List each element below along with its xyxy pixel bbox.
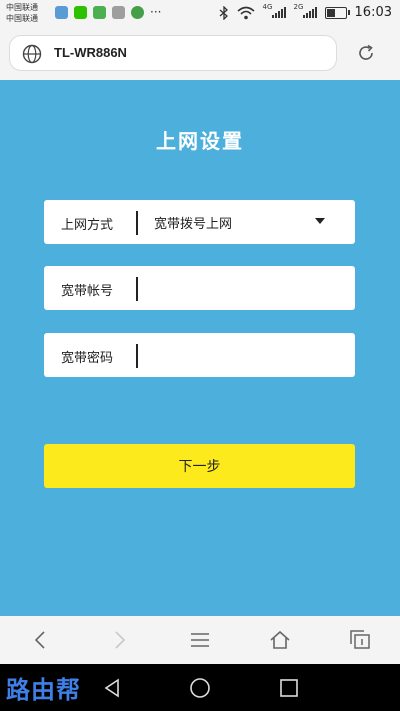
battery-icon bbox=[324, 6, 350, 19]
tabs-icon bbox=[350, 630, 370, 649]
field-divider bbox=[136, 277, 138, 301]
status-bar: 中国联通 中国联通 ··· 4G 2G 16:03 bbox=[0, 0, 400, 28]
next-step-button[interactable]: 下一步 bbox=[44, 444, 355, 488]
system-home-button[interactable] bbox=[188, 676, 212, 700]
router-setup-page: 上网设置 上网方式 宽带拨号上网 宽带帐号 宽带密码 下一步 bbox=[0, 80, 400, 616]
url-field[interactable]: TL-WR886N bbox=[9, 35, 337, 71]
pppoe-account-input[interactable] bbox=[140, 272, 344, 306]
connection-type-label: 上网方式 bbox=[61, 218, 114, 233]
wechat-icon bbox=[74, 6, 87, 19]
gallery-icon bbox=[112, 6, 125, 19]
connection-type-value: 宽带拨号上网 bbox=[154, 217, 233, 232]
square-recents-icon bbox=[280, 679, 298, 697]
pppoe-password-label: 宽带密码 bbox=[61, 351, 114, 366]
chevron-right-icon bbox=[115, 631, 126, 649]
back-button[interactable] bbox=[28, 628, 52, 652]
menu-icon bbox=[191, 633, 209, 647]
chevron-left-icon bbox=[34, 631, 45, 649]
bluetooth-icon bbox=[219, 5, 228, 20]
browser-address-bar: TL-WR886N bbox=[0, 28, 400, 80]
network-type-1: 4G bbox=[262, 3, 273, 11]
status-indicators: 4G 2G 16:03 bbox=[219, 3, 392, 20]
browser-toolbar bbox=[0, 616, 400, 664]
home-icon bbox=[270, 630, 290, 649]
connection-type-select[interactable]: 上网方式 宽带拨号上网 bbox=[44, 200, 355, 244]
page-title: 上网设置 bbox=[156, 129, 244, 153]
app-notification-icon bbox=[93, 6, 106, 19]
more-notifications-icon: ··· bbox=[150, 5, 162, 19]
system-back-button[interactable] bbox=[100, 676, 124, 700]
pppoe-password-field: 宽带密码 bbox=[44, 333, 355, 377]
network-type-2: 2G bbox=[293, 3, 304, 11]
security-icon bbox=[131, 6, 144, 19]
notification-icons: ··· bbox=[55, 6, 161, 19]
clock: 16:03 bbox=[354, 5, 392, 20]
globe-icon bbox=[22, 44, 42, 64]
menu-button[interactable] bbox=[188, 628, 212, 652]
app-notification-icon bbox=[55, 6, 68, 19]
system-recents-button[interactable] bbox=[277, 676, 301, 700]
battery-level bbox=[326, 8, 336, 17]
signal-2g-icon: 2G bbox=[294, 3, 317, 18]
carrier-1: 中国联通 bbox=[6, 3, 38, 12]
forward-button[interactable] bbox=[108, 628, 132, 652]
signal-4g-icon: 4G bbox=[263, 3, 286, 18]
pppoe-account-label: 宽带帐号 bbox=[61, 284, 114, 299]
system-navigation-bar: 路由帮 bbox=[0, 664, 400, 711]
tabs-button[interactable] bbox=[348, 628, 372, 652]
field-divider bbox=[136, 211, 138, 235]
reload-icon[interactable] bbox=[356, 43, 376, 63]
wifi-icon bbox=[237, 6, 255, 19]
triangle-back-icon bbox=[104, 678, 119, 698]
dropdown-arrow-icon bbox=[315, 218, 325, 224]
pppoe-account-field: 宽带帐号 bbox=[44, 266, 355, 310]
url-text: TL-WR886N bbox=[54, 45, 127, 60]
carrier-2: 中国联通 bbox=[6, 14, 38, 23]
pppoe-password-input[interactable] bbox=[140, 339, 344, 373]
field-divider bbox=[136, 344, 138, 368]
home-button[interactable] bbox=[268, 628, 292, 652]
circle-home-icon bbox=[190, 678, 210, 698]
watermark-logo: 路由帮 bbox=[6, 675, 81, 704]
carrier-info: 中国联通 中国联通 bbox=[6, 2, 38, 24]
